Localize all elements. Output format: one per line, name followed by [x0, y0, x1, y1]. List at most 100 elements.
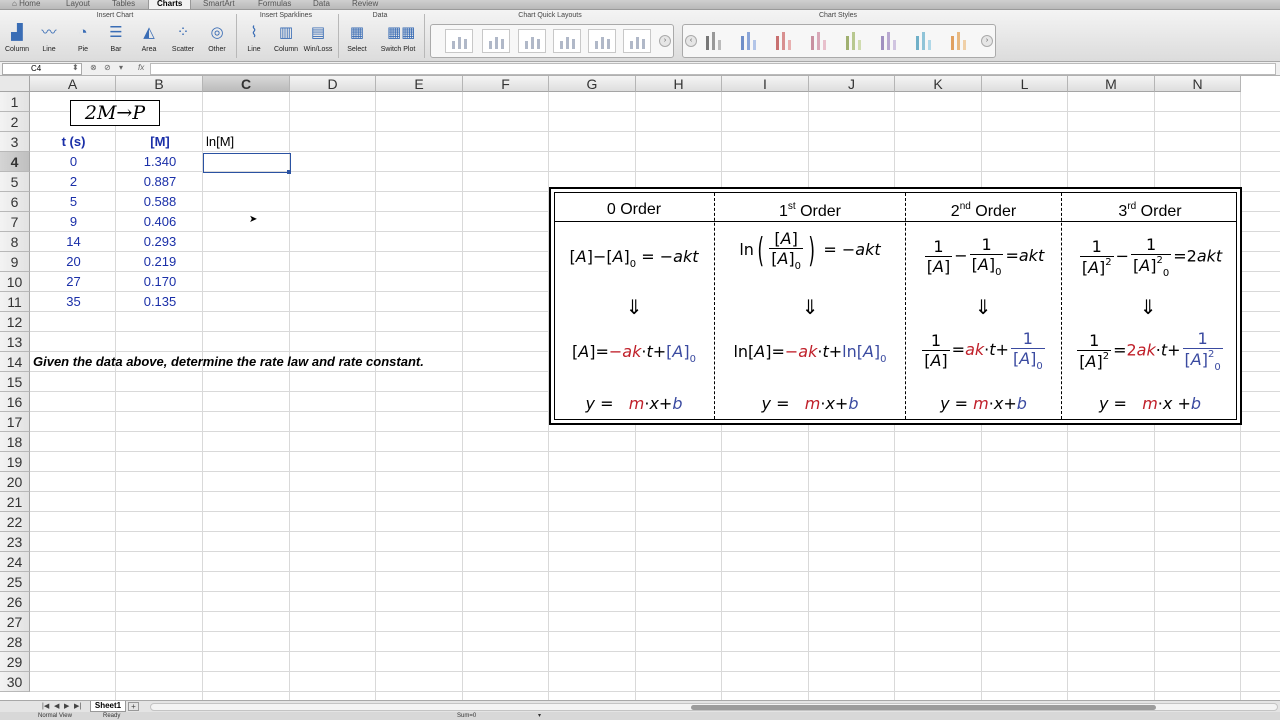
- worksheet-grid[interactable]: ABCDEFGHIJKLMN 1 2 3 4 5 6 7 8 9 10 11 12 13 14 15 16 17…: [0, 76, 1280, 700]
- column-header-d[interactable]: D: [290, 76, 376, 92]
- time-cell[interactable]: 0: [30, 152, 117, 172]
- tab-tables[interactable]: Tables: [112, 0, 135, 9]
- chart-style-thumbnail[interactable]: [701, 29, 729, 53]
- row-header-3[interactable]: 3: [0, 132, 30, 152]
- header-time[interactable]: t (s): [30, 132, 117, 152]
- tab-layout[interactable]: Layout: [66, 0, 90, 9]
- column-header-h[interactable]: H: [636, 76, 722, 92]
- row-header-1[interactable]: 1: [0, 92, 30, 112]
- row-header-25[interactable]: 25: [0, 572, 30, 592]
- next-sheet-icon[interactable]: ▶: [64, 702, 69, 710]
- tab-data[interactable]: Data: [313, 0, 330, 9]
- row-header-27[interactable]: 27: [0, 612, 30, 632]
- row-header-6[interactable]: 6: [0, 192, 30, 212]
- time-cell[interactable]: 14: [30, 232, 117, 252]
- concentration-cell[interactable]: 0.170: [117, 272, 203, 292]
- sheet-tab-sheet1[interactable]: Sheet1: [90, 701, 126, 712]
- column-header-g[interactable]: G: [549, 76, 636, 92]
- scroll-right-icon[interactable]: ›: [659, 35, 671, 47]
- add-sheet-button[interactable]: +: [128, 702, 139, 711]
- row-header-22[interactable]: 22: [0, 512, 30, 532]
- cancel-icon[interactable]: ⊗: [90, 63, 97, 72]
- column-header-b[interactable]: B: [116, 76, 203, 92]
- column-header-e[interactable]: E: [376, 76, 463, 92]
- time-cell[interactable]: 2: [30, 172, 117, 192]
- concentration-cell[interactable]: 0.135: [117, 292, 203, 312]
- quick-layout-thumbnail[interactable]: [623, 29, 651, 53]
- header-concentration[interactable]: [M]: [117, 132, 203, 152]
- row-header-14[interactable]: 14: [0, 352, 30, 372]
- fx-icon[interactable]: fx: [138, 63, 144, 72]
- concentration-cell[interactable]: 0.588: [117, 192, 203, 212]
- chart-style-thumbnail[interactable]: [841, 29, 869, 53]
- name-box[interactable]: C4: [2, 63, 82, 75]
- column-header-l[interactable]: L: [982, 76, 1068, 92]
- row-header-19[interactable]: 19: [0, 452, 30, 472]
- row-header-12[interactable]: 12: [0, 312, 30, 332]
- column-header-a[interactable]: A: [30, 76, 116, 92]
- time-cell[interactable]: 5: [30, 192, 117, 212]
- row-header-15[interactable]: 15: [0, 372, 30, 392]
- column-header-i[interactable]: I: [722, 76, 809, 92]
- concentration-cell[interactable]: 0.293: [117, 232, 203, 252]
- row-header-2[interactable]: 2: [0, 112, 30, 132]
- selected-cell[interactable]: [203, 153, 291, 173]
- chart-quick-layouts-gallery[interactable]: ›: [430, 24, 674, 58]
- quick-layout-thumbnail[interactable]: [482, 29, 510, 53]
- row-header-26[interactable]: 26: [0, 592, 30, 612]
- sparkline-winloss-button[interactable]: ▤ Win/Loss: [301, 24, 335, 60]
- sparkline-line-button[interactable]: ⌇ Line: [237, 24, 271, 60]
- quick-layout-thumbnail[interactable]: [518, 29, 546, 53]
- line-chart-button[interactable]: 〰 Line: [32, 24, 66, 60]
- dropdown-icon[interactable]: ▾: [119, 63, 123, 72]
- scroll-left-icon[interactable]: ‹: [685, 35, 697, 47]
- fill-handle[interactable]: [287, 170, 291, 174]
- confirm-icon[interactable]: ⊘: [104, 63, 111, 72]
- row-header-7[interactable]: 7: [0, 212, 30, 232]
- row-header-11[interactable]: 11: [0, 292, 30, 312]
- column-header-n[interactable]: N: [1155, 76, 1241, 92]
- prev-sheet-icon[interactable]: ◀: [54, 702, 59, 710]
- row-header-28[interactable]: 28: [0, 632, 30, 652]
- tab-charts[interactable]: Charts: [148, 0, 192, 9]
- pie-chart-button[interactable]: ◔ Pie: [66, 24, 100, 60]
- chart-style-thumbnail[interactable]: [771, 29, 799, 53]
- select-data-button[interactable]: ▦ Select: [340, 24, 374, 60]
- sparkline-column-button[interactable]: ▥ Column: [269, 24, 303, 60]
- tab-formulas[interactable]: Formulas: [258, 0, 291, 9]
- row-header-23[interactable]: 23: [0, 532, 30, 552]
- time-cell[interactable]: 35: [30, 292, 117, 312]
- column-header-f[interactable]: F: [463, 76, 549, 92]
- row-header-8[interactable]: 8: [0, 232, 30, 252]
- name-box-dropdown-icon[interactable]: ⬍: [72, 63, 79, 72]
- time-cell[interactable]: 9: [30, 212, 117, 232]
- chart-style-thumbnail[interactable]: [736, 29, 764, 53]
- quick-layout-thumbnail[interactable]: [553, 29, 581, 53]
- row-header-5[interactable]: 5: [0, 172, 30, 192]
- header-ln-concentration[interactable]: ln[M]: [206, 132, 290, 152]
- chart-style-thumbnail[interactable]: [946, 29, 974, 53]
- chart-style-thumbnail[interactable]: [806, 29, 834, 53]
- row-header-24[interactable]: 24: [0, 552, 30, 572]
- select-all-corner[interactable]: [0, 76, 30, 92]
- row-header-16[interactable]: 16: [0, 392, 30, 412]
- tab-review[interactable]: Review: [352, 0, 378, 9]
- column-header-c[interactable]: C: [203, 76, 290, 92]
- row-header-29[interactable]: 29: [0, 652, 30, 672]
- column-header-j[interactable]: J: [809, 76, 895, 92]
- row-header-18[interactable]: 18: [0, 432, 30, 452]
- area-chart-button[interactable]: ◭ Area: [132, 24, 166, 60]
- sum-dropdown-icon[interactable]: ▾: [538, 712, 541, 720]
- chart-style-thumbnail[interactable]: [876, 29, 904, 53]
- last-sheet-icon[interactable]: ▶|: [74, 702, 81, 710]
- time-cell[interactable]: 27: [30, 272, 117, 292]
- horizontal-scrollbar[interactable]: [150, 703, 1278, 711]
- view-mode-label[interactable]: Normal View: [38, 712, 72, 720]
- concentration-cell[interactable]: 0.406: [117, 212, 203, 232]
- sum-status[interactable]: Sum=0: [457, 712, 476, 720]
- first-sheet-icon[interactable]: |◀: [42, 702, 49, 710]
- question-text[interactable]: Given the data above, determine the rate…: [33, 352, 553, 372]
- chart-style-thumbnail[interactable]: [911, 29, 939, 53]
- quick-layout-thumbnail[interactable]: [445, 29, 473, 53]
- bar-chart-button[interactable]: ☰ Bar: [99, 24, 133, 60]
